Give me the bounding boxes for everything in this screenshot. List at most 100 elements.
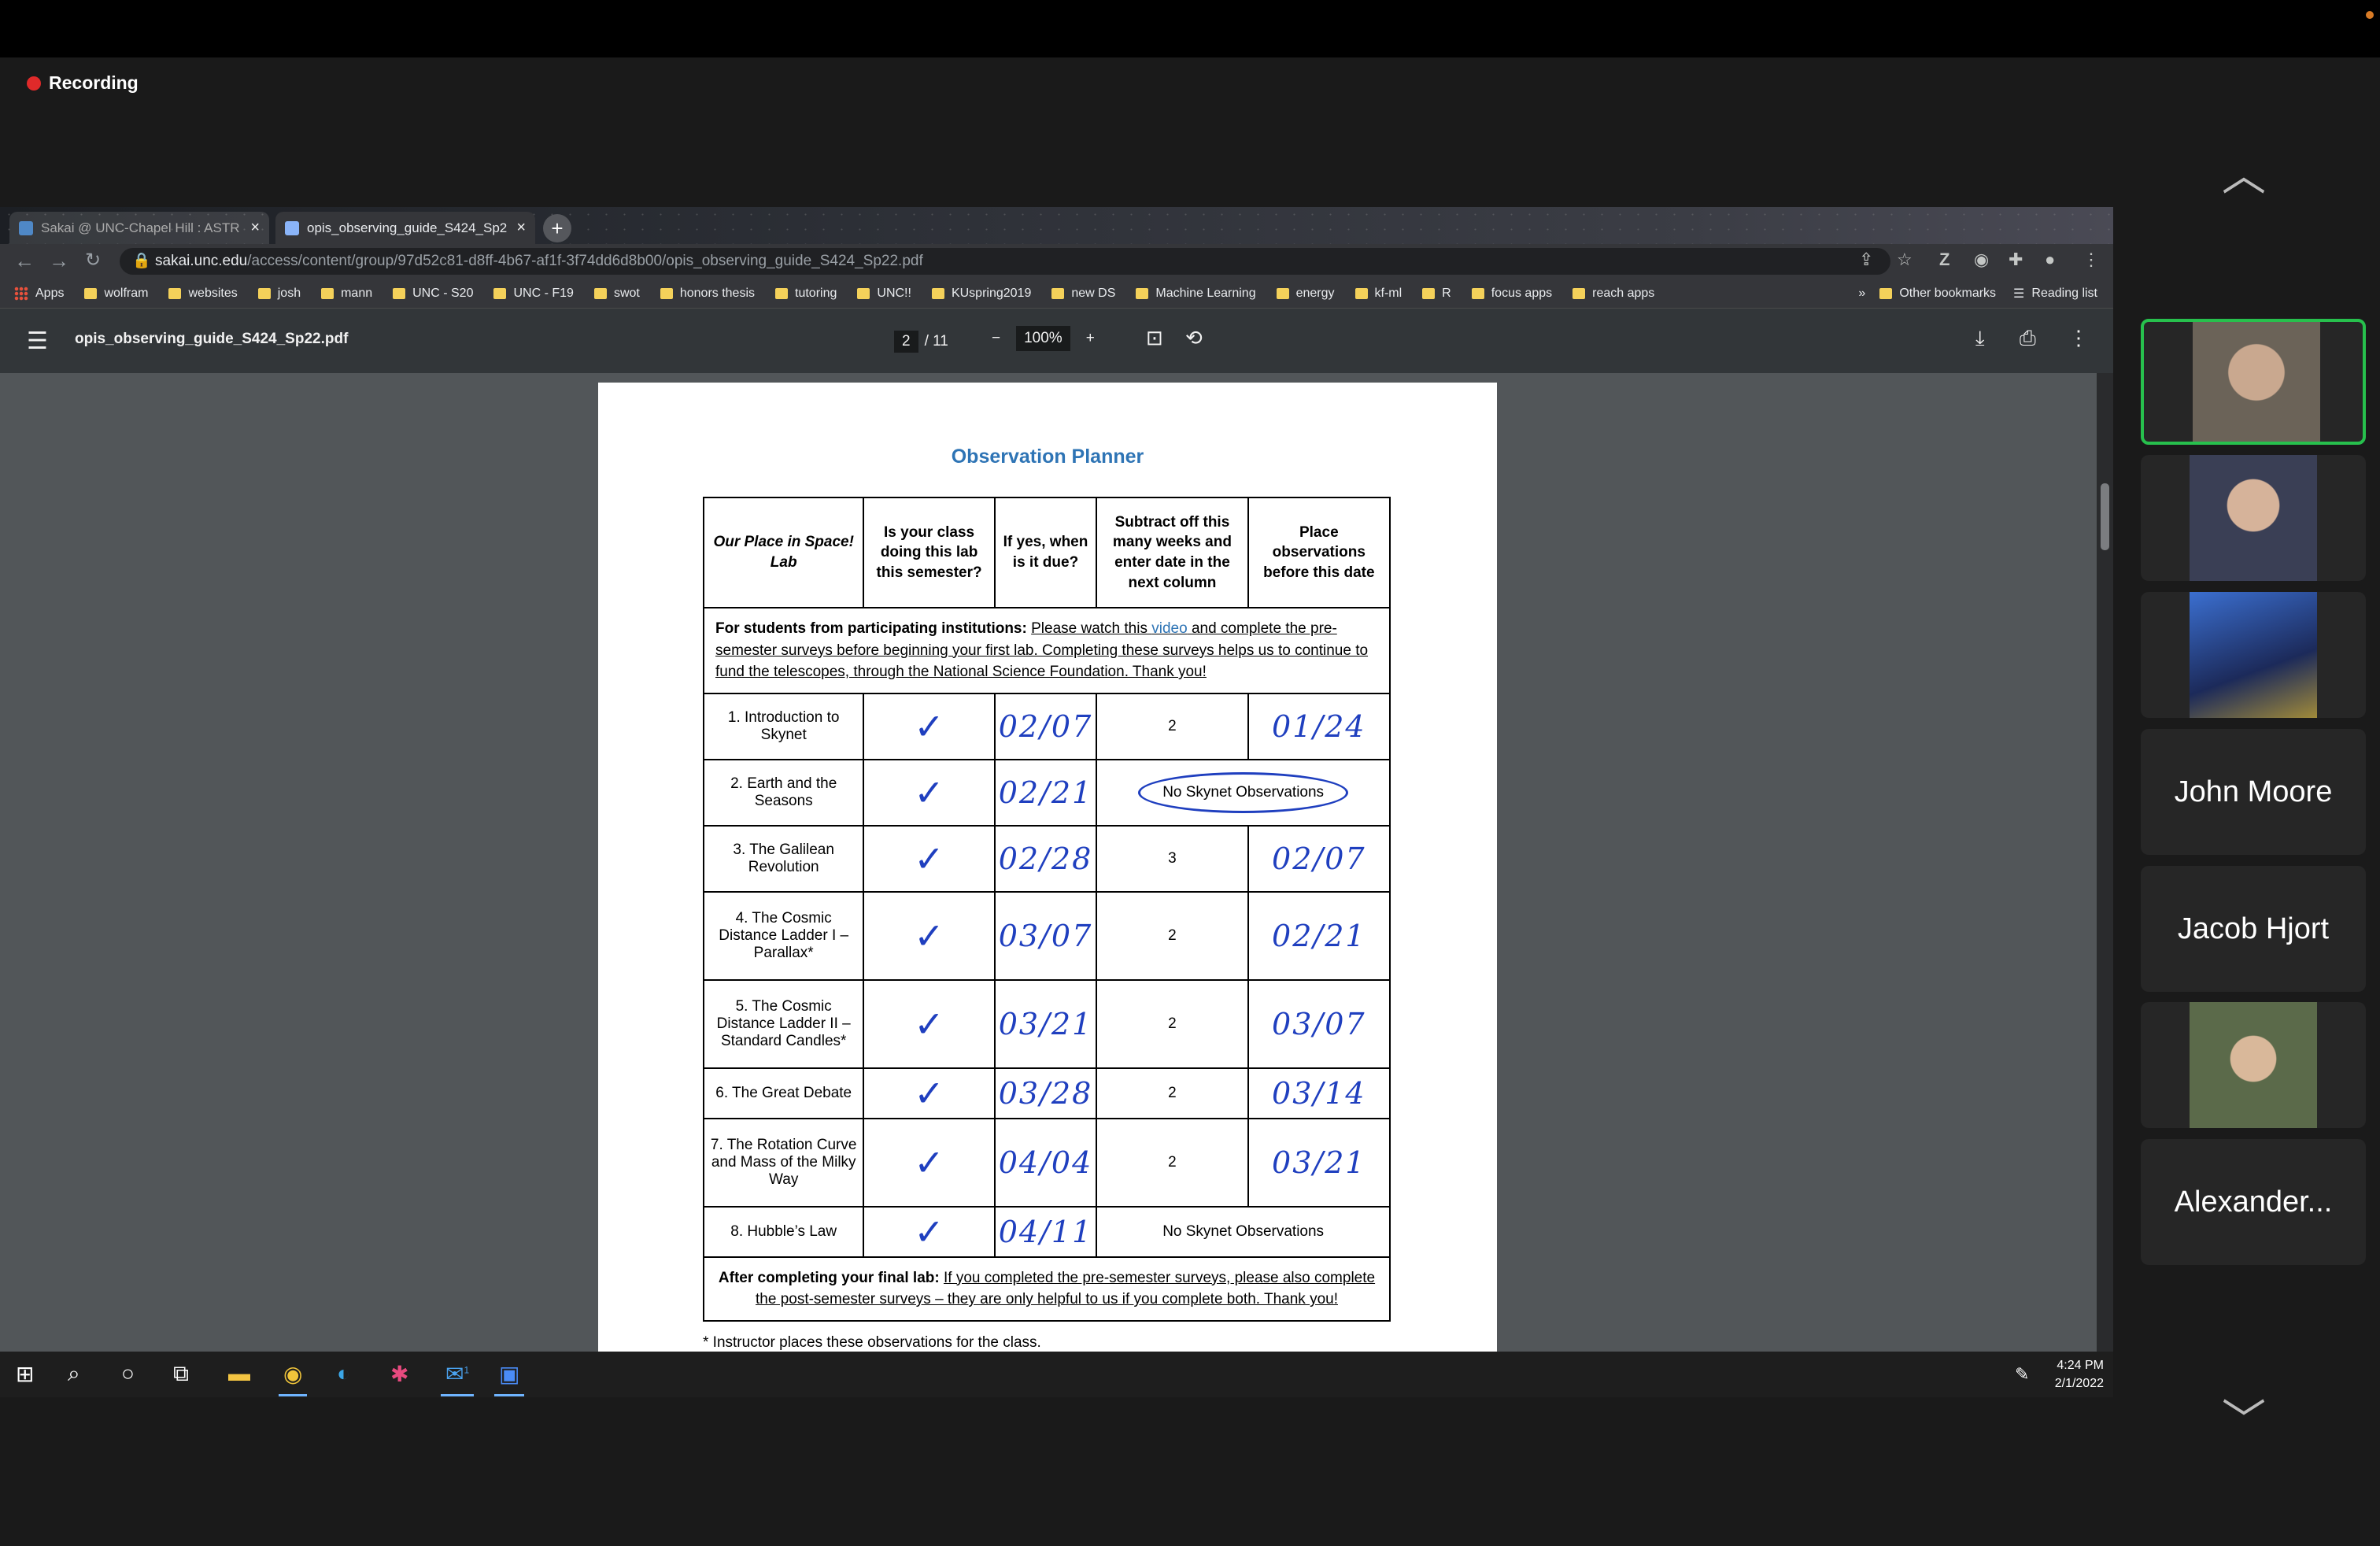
share-icon[interactable]: ⇪ [1859,250,1873,270]
outro-note: After completing your final lab: If you … [703,1256,1391,1322]
due-date: 02/21 [993,758,1098,827]
pen-icon[interactable]: ✎ [2015,1364,2029,1385]
file-explorer-icon[interactable]: ▬ [228,1361,250,1386]
profile-avatar-icon[interactable]: ● [2045,250,2055,270]
bookmark-folder[interactable]: honors thesis [660,287,755,301]
scrollbar-thumb[interactable] [2101,483,2109,550]
checkmark: ✓ [863,758,996,827]
more-options-icon[interactable]: ⋮ [2068,326,2089,350]
mail-icon[interactable]: ✉1 [440,1361,475,1396]
record-dot-icon [27,76,41,91]
bookmark-folder[interactable]: wolfram [84,287,148,301]
place-date: 03/07 [1247,978,1391,1069]
windows-start-icon[interactable]: ⊞ [16,1361,34,1387]
participant-tile[interactable] [2141,592,2366,718]
outro-note-row: After completing your final lab: If you … [703,1256,1391,1322]
zoom-in-icon[interactable]: + [1086,330,1095,347]
page-number-input[interactable]: 2 [894,331,918,353]
rotate-icon[interactable]: ⟲ [1185,326,1203,350]
weeks-value: 2 [1096,890,1249,981]
bookmark-folder[interactable]: websites [168,287,238,301]
other-bookmarks[interactable]: Other bookmarks [1879,287,1996,301]
checkmark: ✓ [863,692,996,760]
scroll-down-chevron-icon[interactable]: ﹀ [2222,1385,2266,1449]
bookmark-folder[interactable]: UNC!! [857,287,911,301]
search-icon[interactable]: ⌕ [68,1361,80,1387]
checkmark: ✓ [863,978,996,1069]
bookmark-folder[interactable]: swot [593,287,640,301]
bookmark-folder[interactable]: UNC - F19 [493,287,574,301]
bookmark-folder[interactable]: focus apps [1471,287,1552,301]
bookmark-folder[interactable]: UNC - S20 [393,287,473,301]
intro-note: For students from participating institut… [703,607,1391,694]
checkmark: ✓ [863,890,996,981]
bookmark-folder[interactable]: energy [1276,287,1335,301]
zoom-app-icon[interactable]: ▣ [493,1361,526,1396]
participant-tile[interactable] [2141,1002,2366,1128]
bookmark-apps[interactable]: Apps [14,286,64,301]
bookmark-folder[interactable]: Machine Learning [1136,287,1256,301]
system-clock[interactable]: 4:24 PM 2/1/2022 [2055,1356,2104,1393]
download-icon[interactable]: ⤓ [1975,326,1985,351]
lab-name: 2. Earth and the Seasons [702,758,865,827]
video-link[interactable]: video [1151,620,1187,637]
zoom-out-icon[interactable]: − [992,330,1000,347]
bookmark-folder[interactable]: josh [257,287,301,301]
close-tab-icon[interactable]: × [250,219,260,237]
intro-note-bold: For students from participating institut… [715,620,1027,637]
slack-icon[interactable]: ✱ [390,1361,408,1387]
bookmark-folder[interactable]: R [1422,287,1451,301]
pdf-scrollbar[interactable] [2097,373,2113,1352]
participant-name: John Moore [2174,775,2333,808]
participant-tile[interactable] [2141,319,2366,445]
back-icon[interactable]: ← [14,249,35,273]
pdf-sidebar-menu-icon[interactable]: ☰ [27,327,48,355]
lab-name: 1. Introduction to Skynet [702,692,865,760]
print-icon[interactable]: ⎙ [2020,326,2036,351]
scroll-up-chevron-icon[interactable]: ︿ [2222,140,2266,204]
new-tab-button[interactable]: + [543,214,571,242]
zoom-level-input[interactable]: 100% [1016,326,1070,351]
folder-icon [1276,287,1289,299]
bookmark-folder[interactable]: KUspring2019 [931,287,1031,301]
task-view-icon[interactable]: ⧉ [173,1361,189,1387]
table-row: 7. The Rotation Curve and Mass of the Mi… [702,1117,1391,1208]
camera-extension-icon[interactable]: ◉ [1974,250,1989,270]
bookmarks-bar: Apps wolfram websites josh mann UNC - S2… [0,279,2113,309]
forward-icon[interactable]: → [49,249,69,273]
browser-tab-pdf[interactable]: opis_observing_guide_S424_Sp2 × [275,212,535,244]
extensions-icon[interactable]: ✚ [2009,250,2023,270]
folder-icon [1136,287,1149,299]
no-observations-cell: No Skynet Observations [1096,758,1391,827]
reload-icon[interactable]: ↻ [85,249,101,272]
reading-list[interactable]: ☰ Reading list [2013,286,2097,301]
fit-page-icon[interactable]: ⊡ [1146,326,1163,350]
pdf-filename: opis_observing_guide_S424_Sp22.pdf [75,331,349,347]
url-field[interactable]: 🔒 sakai.unc.edu/access/content/group/97d… [120,248,1890,275]
chrome-icon[interactable]: ◉ [278,1361,308,1396]
bookmark-folder[interactable]: reach apps [1572,287,1654,301]
participant-name [2141,592,2366,718]
cortana-icon[interactable]: ○ [121,1361,135,1386]
participant-tile[interactable]: John Moore [2141,729,2366,855]
edge-icon[interactable]: ◐ [337,1361,350,1386]
participant-tile[interactable] [2141,455,2366,581]
star-icon[interactable]: ☆ [1897,250,1913,270]
weeks-value: 2 [1096,1117,1249,1208]
table-row: 6. The Great Debate ✓ 03/28 2 03/14 [702,1067,1391,1119]
participant-tile[interactable]: Alexander... [2141,1139,2366,1265]
bookmark-folder[interactable]: mann [321,287,372,301]
browser-tab-sakai[interactable]: Sakai @ UNC-Chapel Hill : ASTR × [9,212,269,244]
bookmark-folder[interactable]: tutoring [775,287,837,301]
bookmark-folder[interactable]: new DS [1051,287,1115,301]
folder-icon [1354,287,1368,299]
bookmark-folder[interactable]: kf-ml [1354,287,1402,301]
close-tab-icon[interactable]: × [516,219,526,237]
participant-tile[interactable]: Jacob Hjort [2141,866,2366,992]
pdf-favicon-icon [285,220,299,235]
table-row: 8. Hubble’s Law ✓ 04/11 No Skynet Observ… [702,1205,1391,1258]
zotero-extension-icon[interactable]: Z [1939,250,1949,270]
bookmarks-overflow-button[interactable]: » [1858,287,1865,301]
checkmark: ✓ [863,1067,996,1119]
browser-menu-icon[interactable]: ⋮ [2082,250,2100,270]
